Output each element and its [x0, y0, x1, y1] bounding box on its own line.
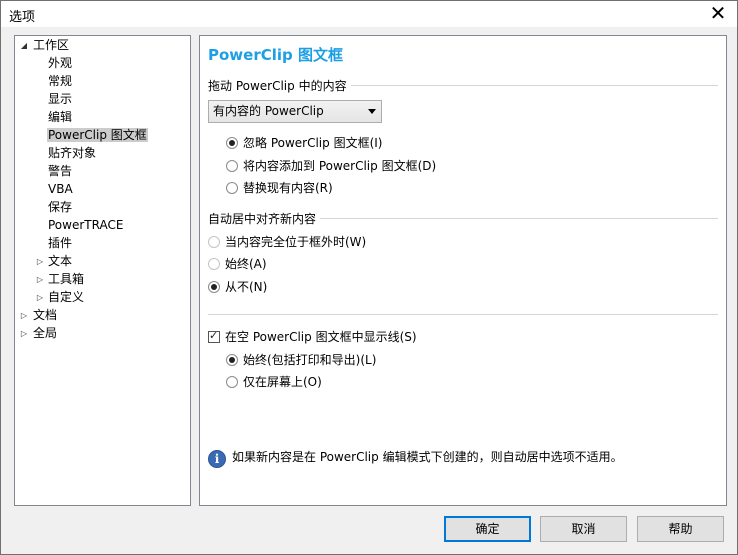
- settings-panel: PowerClip 图文框 拖动 PowerClip 中的内容 有内容的 Pow…: [199, 35, 727, 506]
- expand-icon[interactable]: ▷: [35, 271, 45, 288]
- center-group-label: 自动居中对齐新内容: [208, 210, 321, 227]
- checkbox-label: 在空 PowerClip 图文框中显示线(S): [225, 330, 417, 344]
- tree-item-label: 显示: [48, 92, 73, 106]
- option-label: 将内容添加到 PowerClip 图文框(D): [243, 159, 437, 173]
- tree-item-edit[interactable]: 编辑: [47, 109, 73, 126]
- tree-item-label: 全局: [33, 326, 58, 340]
- tree-item-powertrace[interactable]: PowerTRACE: [47, 217, 124, 234]
- radio-button[interactable]: [226, 160, 238, 172]
- help-button[interactable]: 帮助: [637, 516, 724, 542]
- radio-button[interactable]: [226, 376, 238, 388]
- tree-item-snap[interactable]: 贴齐对象: [47, 145, 97, 162]
- tree-item-label: 工作区: [33, 38, 70, 52]
- tree-item-label: 警告: [48, 164, 73, 178]
- option-label: 始终(A): [225, 257, 267, 271]
- option-label: 当内容完全位于框外时(W): [225, 235, 367, 249]
- option-label: 替换现有内容(R): [243, 181, 333, 195]
- tree-item-label: PowerClip 图文框: [47, 128, 148, 142]
- page-title: PowerClip 图文框: [208, 46, 343, 64]
- radio-button[interactable]: [226, 137, 238, 149]
- tree-item-label: 文档: [33, 308, 58, 322]
- tree-item-label: PowerTRACE: [48, 218, 124, 232]
- expand-collapse-icon[interactable]: ◢: [19, 37, 29, 54]
- category-tree: ◢ 工作区 外观 常规 显示 编辑 PowerClip 图文框 贴齐对象 警告 …: [14, 35, 191, 506]
- tree-item-label: 外观: [48, 56, 73, 70]
- ok-button[interactable]: 确定: [444, 516, 531, 542]
- radio-button[interactable]: [208, 258, 220, 270]
- chevron-down-icon: [368, 109, 376, 114]
- tree-item-general[interactable]: 常规: [47, 73, 73, 90]
- option-label: 仅在屏幕上(O): [243, 375, 322, 389]
- powerclip-content-dropdown[interactable]: 有内容的 PowerClip: [208, 100, 382, 123]
- tree-item-label: 编辑: [48, 110, 73, 124]
- dropdown-value: 有内容的 PowerClip: [213, 104, 324, 118]
- cancel-button[interactable]: 取消: [540, 516, 627, 542]
- tree-item-label: 自定义: [48, 290, 85, 304]
- tree-item-appearance[interactable]: 外观: [47, 55, 73, 72]
- tree-item-save[interactable]: 保存: [47, 199, 73, 216]
- option-label: 从不(N): [225, 280, 268, 294]
- tree-item-warnings[interactable]: 警告: [47, 163, 73, 180]
- window-title: 选项: [9, 10, 36, 25]
- tree-item-label: 插件: [48, 236, 73, 250]
- radio-button[interactable]: [208, 236, 220, 248]
- expand-icon[interactable]: ▷: [35, 253, 45, 270]
- expand-icon[interactable]: ▷: [19, 325, 29, 342]
- tree-item-powerclip[interactable]: PowerClip 图文框: [47, 127, 148, 144]
- options-dialog: 选项 ✕ ◢ 工作区 外观 常规 显示 编辑 PowerClip 图文框 贴齐对…: [0, 0, 738, 555]
- radio-button[interactable]: [226, 182, 238, 194]
- expand-icon[interactable]: ▷: [19, 307, 29, 324]
- option-label: 始终(包括打印和导出)(L): [243, 353, 377, 367]
- title-bar: 选项 ✕: [1, 1, 737, 27]
- check-icon: ✓: [209, 329, 219, 342]
- tree-item-label: 常规: [48, 74, 73, 88]
- info-message: 如果新内容是在 PowerClip 编辑模式下创建的，则自动居中选项不适用。: [232, 450, 623, 464]
- info-icon: i: [208, 450, 226, 468]
- tree-item-vba[interactable]: VBA: [47, 181, 74, 198]
- tree-item-label: 文本: [48, 254, 73, 268]
- section-divider: [208, 314, 718, 315]
- tree-item-label: 保存: [48, 200, 73, 214]
- tree-item-label: VBA: [48, 182, 73, 196]
- radio-button[interactable]: [226, 354, 238, 366]
- option-label: 忽略 PowerClip 图文框(I): [243, 136, 383, 150]
- tree-item-label: 贴齐对象: [48, 146, 97, 160]
- tree-item-plugins[interactable]: 插件: [47, 235, 73, 252]
- checkbox[interactable]: ✓: [208, 329, 220, 343]
- radio-button[interactable]: [208, 281, 220, 293]
- close-icon[interactable]: ✕: [707, 2, 729, 24]
- expand-icon[interactable]: ▷: [35, 289, 45, 306]
- drag-group-label: 拖动 PowerClip 中的内容: [208, 77, 351, 94]
- tree-item-label: 工具箱: [48, 272, 85, 286]
- tree-item-display[interactable]: 显示: [47, 91, 73, 108]
